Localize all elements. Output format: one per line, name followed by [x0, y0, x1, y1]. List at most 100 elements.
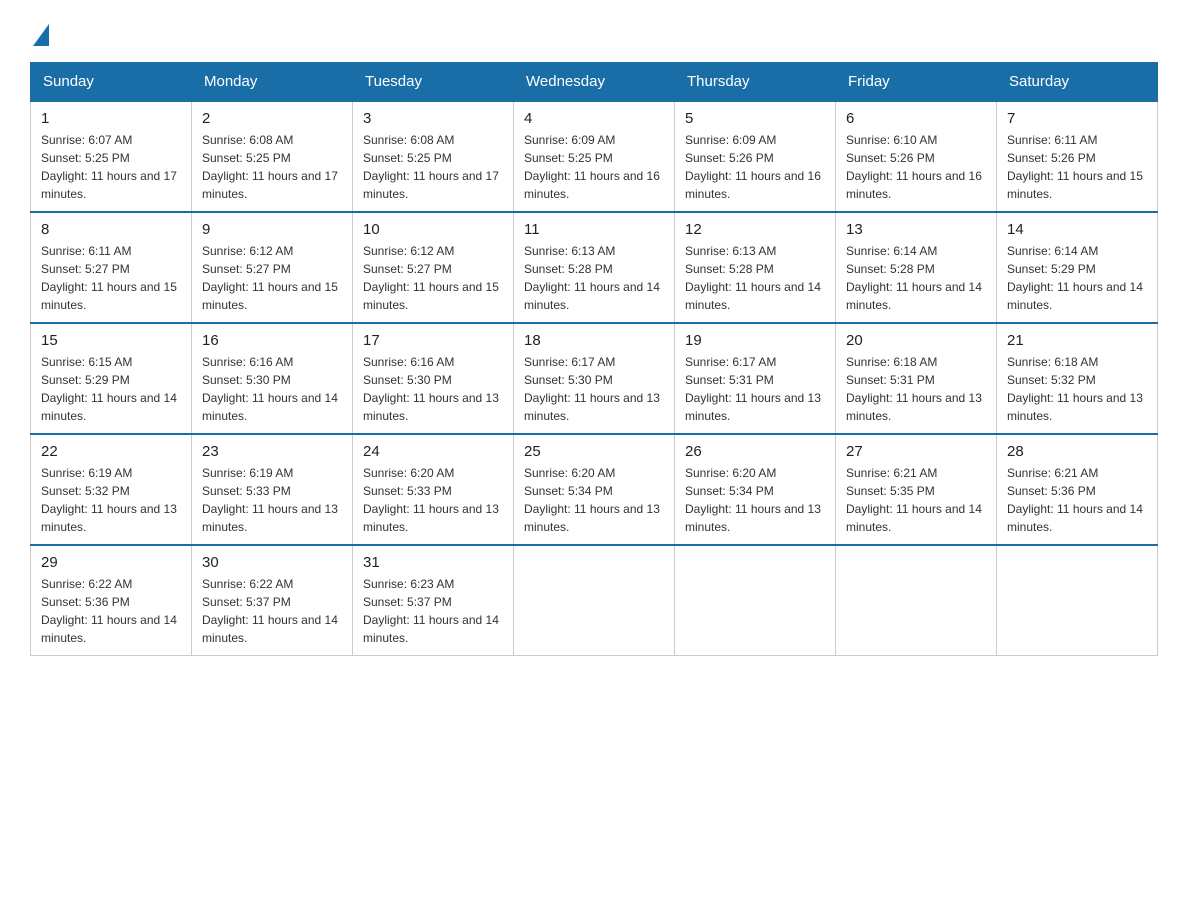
calendar-week-3: 15 Sunrise: 6:15 AM Sunset: 5:29 PM Dayl… [31, 323, 1158, 434]
day-info: Sunrise: 6:09 AM Sunset: 5:26 PM Dayligh… [685, 131, 825, 203]
header-saturday: Saturday [997, 63, 1158, 102]
table-row: 6 Sunrise: 6:10 AM Sunset: 5:26 PM Dayli… [836, 101, 997, 212]
header-friday: Friday [836, 63, 997, 102]
header-wednesday: Wednesday [514, 63, 675, 102]
day-number: 5 [685, 110, 825, 127]
day-number: 25 [524, 443, 664, 460]
day-number: 23 [202, 443, 342, 460]
calendar-table: SundayMondayTuesdayWednesdayThursdayFrid… [30, 62, 1158, 656]
header-monday: Monday [192, 63, 353, 102]
logo-top [30, 20, 49, 46]
day-number: 17 [363, 332, 503, 349]
day-info: Sunrise: 6:17 AM Sunset: 5:30 PM Dayligh… [524, 353, 664, 425]
day-info: Sunrise: 6:15 AM Sunset: 5:29 PM Dayligh… [41, 353, 181, 425]
table-row: 22 Sunrise: 6:19 AM Sunset: 5:32 PM Dayl… [31, 434, 192, 545]
table-row: 1 Sunrise: 6:07 AM Sunset: 5:25 PM Dayli… [31, 101, 192, 212]
day-info: Sunrise: 6:23 AM Sunset: 5:37 PM Dayligh… [363, 575, 503, 647]
day-info: Sunrise: 6:21 AM Sunset: 5:35 PM Dayligh… [846, 464, 986, 536]
day-info: Sunrise: 6:21 AM Sunset: 5:36 PM Dayligh… [1007, 464, 1147, 536]
table-row: 29 Sunrise: 6:22 AM Sunset: 5:36 PM Dayl… [31, 545, 192, 656]
table-row: 9 Sunrise: 6:12 AM Sunset: 5:27 PM Dayli… [192, 212, 353, 323]
day-number: 6 [846, 110, 986, 127]
table-row: 26 Sunrise: 6:20 AM Sunset: 5:34 PM Dayl… [675, 434, 836, 545]
day-number: 14 [1007, 221, 1147, 238]
day-info: Sunrise: 6:18 AM Sunset: 5:31 PM Dayligh… [846, 353, 986, 425]
day-info: Sunrise: 6:20 AM Sunset: 5:34 PM Dayligh… [524, 464, 664, 536]
day-info: Sunrise: 6:10 AM Sunset: 5:26 PM Dayligh… [846, 131, 986, 203]
day-info: Sunrise: 6:11 AM Sunset: 5:26 PM Dayligh… [1007, 131, 1147, 203]
day-number: 10 [363, 221, 503, 238]
day-info: Sunrise: 6:08 AM Sunset: 5:25 PM Dayligh… [202, 131, 342, 203]
day-number: 7 [1007, 110, 1147, 127]
header-tuesday: Tuesday [353, 63, 514, 102]
day-number: 8 [41, 221, 181, 238]
header-sunday: Sunday [31, 63, 192, 102]
day-info: Sunrise: 6:19 AM Sunset: 5:33 PM Dayligh… [202, 464, 342, 536]
day-info: Sunrise: 6:16 AM Sunset: 5:30 PM Dayligh… [202, 353, 342, 425]
day-info: Sunrise: 6:08 AM Sunset: 5:25 PM Dayligh… [363, 131, 503, 203]
table-row: 12 Sunrise: 6:13 AM Sunset: 5:28 PM Dayl… [675, 212, 836, 323]
day-number: 19 [685, 332, 825, 349]
table-row [514, 545, 675, 656]
day-info: Sunrise: 6:14 AM Sunset: 5:28 PM Dayligh… [846, 242, 986, 314]
day-info: Sunrise: 6:22 AM Sunset: 5:36 PM Dayligh… [41, 575, 181, 647]
table-row: 18 Sunrise: 6:17 AM Sunset: 5:30 PM Dayl… [514, 323, 675, 434]
day-info: Sunrise: 6:20 AM Sunset: 5:34 PM Dayligh… [685, 464, 825, 536]
day-number: 9 [202, 221, 342, 238]
day-info: Sunrise: 6:14 AM Sunset: 5:29 PM Dayligh… [1007, 242, 1147, 314]
table-row: 27 Sunrise: 6:21 AM Sunset: 5:35 PM Dayl… [836, 434, 997, 545]
day-number: 3 [363, 110, 503, 127]
calendar-week-2: 8 Sunrise: 6:11 AM Sunset: 5:27 PM Dayli… [31, 212, 1158, 323]
day-number: 31 [363, 554, 503, 571]
day-number: 15 [41, 332, 181, 349]
table-row: 24 Sunrise: 6:20 AM Sunset: 5:33 PM Dayl… [353, 434, 514, 545]
day-info: Sunrise: 6:16 AM Sunset: 5:30 PM Dayligh… [363, 353, 503, 425]
day-number: 11 [524, 221, 664, 238]
table-row: 21 Sunrise: 6:18 AM Sunset: 5:32 PM Dayl… [997, 323, 1158, 434]
table-row: 11 Sunrise: 6:13 AM Sunset: 5:28 PM Dayl… [514, 212, 675, 323]
table-row: 3 Sunrise: 6:08 AM Sunset: 5:25 PM Dayli… [353, 101, 514, 212]
table-row: 13 Sunrise: 6:14 AM Sunset: 5:28 PM Dayl… [836, 212, 997, 323]
day-number: 24 [363, 443, 503, 460]
table-row: 30 Sunrise: 6:22 AM Sunset: 5:37 PM Dayl… [192, 545, 353, 656]
logo-triangle-icon [33, 24, 49, 46]
day-number: 26 [685, 443, 825, 460]
day-number: 30 [202, 554, 342, 571]
day-info: Sunrise: 6:12 AM Sunset: 5:27 PM Dayligh… [202, 242, 342, 314]
page-header [30, 20, 1158, 42]
table-row: 15 Sunrise: 6:15 AM Sunset: 5:29 PM Dayl… [31, 323, 192, 434]
table-row: 28 Sunrise: 6:21 AM Sunset: 5:36 PM Dayl… [997, 434, 1158, 545]
day-info: Sunrise: 6:17 AM Sunset: 5:31 PM Dayligh… [685, 353, 825, 425]
table-row: 4 Sunrise: 6:09 AM Sunset: 5:25 PM Dayli… [514, 101, 675, 212]
day-info: Sunrise: 6:13 AM Sunset: 5:28 PM Dayligh… [524, 242, 664, 314]
calendar-week-1: 1 Sunrise: 6:07 AM Sunset: 5:25 PM Dayli… [31, 101, 1158, 212]
table-row [997, 545, 1158, 656]
calendar-header-row: SundayMondayTuesdayWednesdayThursdayFrid… [31, 63, 1158, 102]
day-number: 29 [41, 554, 181, 571]
table-row: 25 Sunrise: 6:20 AM Sunset: 5:34 PM Dayl… [514, 434, 675, 545]
day-number: 4 [524, 110, 664, 127]
table-row: 7 Sunrise: 6:11 AM Sunset: 5:26 PM Dayli… [997, 101, 1158, 212]
day-info: Sunrise: 6:19 AM Sunset: 5:32 PM Dayligh… [41, 464, 181, 536]
table-row [836, 545, 997, 656]
day-info: Sunrise: 6:18 AM Sunset: 5:32 PM Dayligh… [1007, 353, 1147, 425]
table-row: 14 Sunrise: 6:14 AM Sunset: 5:29 PM Dayl… [997, 212, 1158, 323]
day-number: 21 [1007, 332, 1147, 349]
calendar-week-4: 22 Sunrise: 6:19 AM Sunset: 5:32 PM Dayl… [31, 434, 1158, 545]
day-number: 27 [846, 443, 986, 460]
table-row: 31 Sunrise: 6:23 AM Sunset: 5:37 PM Dayl… [353, 545, 514, 656]
day-info: Sunrise: 6:13 AM Sunset: 5:28 PM Dayligh… [685, 242, 825, 314]
table-row: 19 Sunrise: 6:17 AM Sunset: 5:31 PM Dayl… [675, 323, 836, 434]
table-row: 5 Sunrise: 6:09 AM Sunset: 5:26 PM Dayli… [675, 101, 836, 212]
day-number: 2 [202, 110, 342, 127]
table-row: 10 Sunrise: 6:12 AM Sunset: 5:27 PM Dayl… [353, 212, 514, 323]
day-number: 20 [846, 332, 986, 349]
header-thursday: Thursday [675, 63, 836, 102]
table-row [675, 545, 836, 656]
table-row: 16 Sunrise: 6:16 AM Sunset: 5:30 PM Dayl… [192, 323, 353, 434]
table-row: 2 Sunrise: 6:08 AM Sunset: 5:25 PM Dayli… [192, 101, 353, 212]
day-number: 16 [202, 332, 342, 349]
table-row: 8 Sunrise: 6:11 AM Sunset: 5:27 PM Dayli… [31, 212, 192, 323]
day-info: Sunrise: 6:07 AM Sunset: 5:25 PM Dayligh… [41, 131, 181, 203]
day-number: 18 [524, 332, 664, 349]
